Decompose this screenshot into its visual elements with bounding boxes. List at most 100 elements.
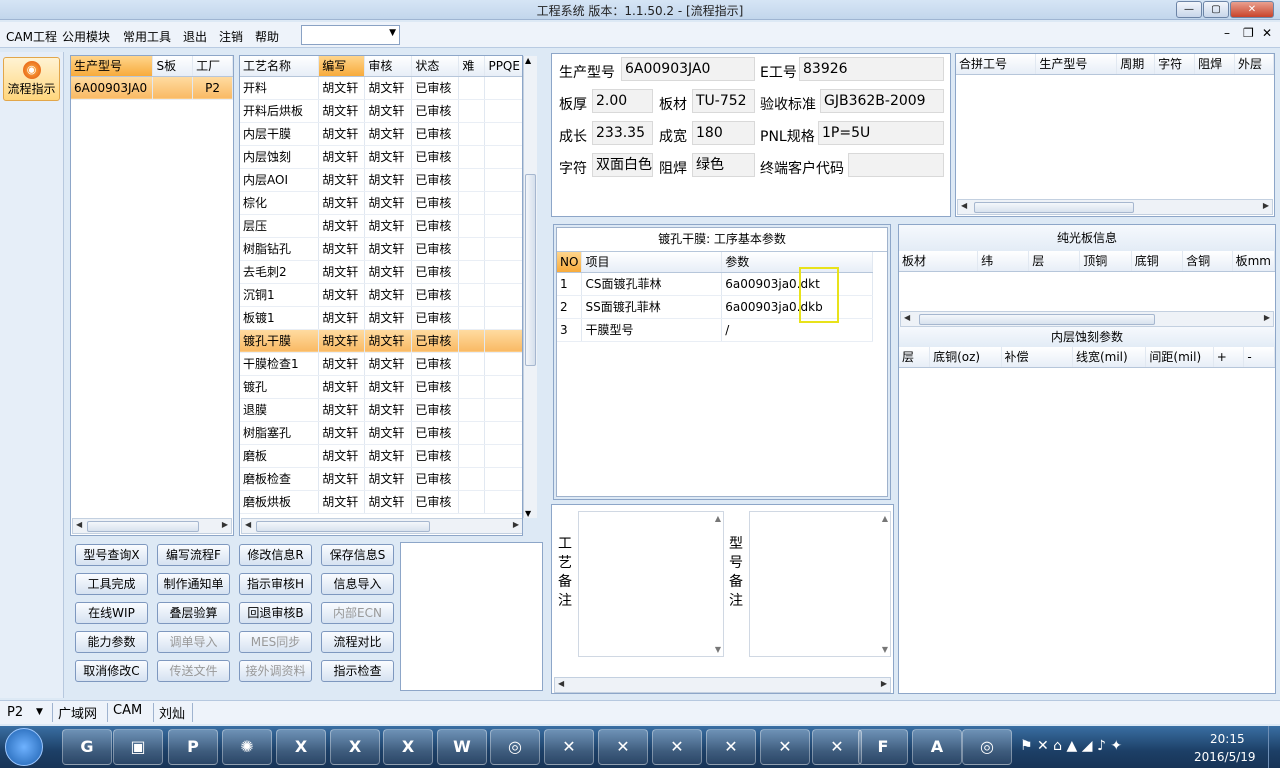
- col-no[interactable]: NO: [557, 252, 583, 273]
- online-wip-button[interactable]: 在线WIP: [75, 602, 148, 624]
- col-process-name[interactable]: 工艺名称: [240, 56, 320, 77]
- solder-field[interactable]: 绿色: [692, 153, 755, 177]
- capability-button[interactable]: 能力参数: [75, 631, 148, 653]
- process-row[interactable]: 棕化 胡文轩 胡文轩 已审核: [240, 191, 522, 215]
- xwindow-icon[interactable]: ✕: [760, 729, 810, 765]
- cancel-modify-button[interactable]: 取消修改C: [75, 660, 148, 682]
- menu-combo[interactable]: ▼: [301, 25, 400, 45]
- edit-flow-button[interactable]: 编写流程F: [157, 544, 230, 566]
- client-field[interactable]: [848, 153, 944, 177]
- col-compensation[interactable]: 补偿: [1001, 347, 1073, 368]
- word-icon[interactable]: W: [437, 729, 487, 765]
- process-row[interactable]: 内层AOI 胡文轩 胡文轩 已审核: [240, 168, 522, 192]
- model-query-button[interactable]: 型号查询X: [75, 544, 148, 566]
- xwindow-icon[interactable]: ✕: [812, 729, 862, 765]
- review-button[interactable]: 指示审核H: [239, 573, 312, 595]
- process-row[interactable]: 开料 胡文轩 胡文轩 已审核: [240, 76, 522, 100]
- menu-tools[interactable]: 常用工具: [123, 28, 171, 45]
- process-row[interactable]: 层压 胡文轩 胡文轩 已审核: [240, 214, 522, 238]
- process-row[interactable]: 树脂塞孔 胡文轩 胡文轩 已审核: [240, 421, 522, 445]
- show-desktop-button[interactable]: [1268, 726, 1280, 768]
- process-notes-field[interactable]: ▲ ▼: [578, 511, 724, 657]
- process-row[interactable]: 沉铜1 胡文轩 胡文轩 已审核: [240, 283, 522, 307]
- model-notes-field[interactable]: ▲ ▼: [749, 511, 891, 657]
- col-mm[interactable]: 板mm: [1232, 251, 1276, 272]
- col-writer[interactable]: 编写: [318, 56, 366, 77]
- e-no-field[interactable]: 83926: [799, 57, 944, 81]
- xwindow-icon[interactable]: ✕: [706, 729, 756, 765]
- length-field[interactable]: 233.35: [592, 121, 653, 145]
- col-reviewer[interactable]: 审核: [364, 56, 413, 77]
- import-info-button[interactable]: 信息导入: [321, 573, 394, 595]
- col-line-width[interactable]: 线宽(mil): [1072, 347, 1147, 368]
- mdi-close-icon[interactable]: ✕: [1262, 26, 1272, 40]
- col-layer[interactable]: 层: [899, 347, 931, 368]
- col-cu[interactable]: 含铜: [1182, 251, 1233, 272]
- excel-icon[interactable]: X: [383, 729, 433, 765]
- col-merge-no[interactable]: 合拼工号: [956, 54, 1037, 75]
- flow-compare-button[interactable]: 流程对比: [321, 631, 394, 653]
- menu-cam[interactable]: CAM工程: [6, 28, 57, 45]
- app-f-icon[interactable]: F: [858, 729, 908, 765]
- import-order-button[interactable]: 调单导入: [157, 631, 230, 653]
- mdi-restore-icon[interactable]: ❐: [1243, 26, 1254, 40]
- stack-check-button[interactable]: 叠层验算: [157, 602, 230, 624]
- width-field[interactable]: 180: [692, 121, 755, 145]
- factory-selector[interactable]: P2: [7, 705, 23, 720]
- external-data-button[interactable]: 接外调资料: [239, 660, 312, 682]
- mes-sync-button[interactable]: MES同步: [239, 631, 312, 653]
- board-info-hscroll[interactable]: ◀ ▶: [900, 311, 1274, 327]
- col-solder[interactable]: 阻焊: [1194, 54, 1236, 75]
- col-difficulty[interactable]: 难: [458, 56, 486, 77]
- col-prod-no[interactable]: 生产型号: [1035, 54, 1118, 75]
- process-row[interactable]: 干膜检查1 胡文轩 胡文轩 已审核: [240, 352, 522, 376]
- internal-ecn-button[interactable]: 内部ECN: [321, 602, 394, 624]
- pnl-field[interactable]: 1P=5U: [818, 121, 944, 145]
- col-layer[interactable]: 层: [1028, 251, 1081, 272]
- col-weft[interactable]: 纬: [977, 251, 1030, 272]
- menu-help[interactable]: 帮助: [255, 28, 279, 45]
- col-s-board[interactable]: S板: [152, 56, 194, 77]
- revert-review-button[interactable]: 回退审核B: [239, 602, 312, 624]
- clock-time[interactable]: 20:15: [1210, 732, 1245, 746]
- process-row[interactable]: 镀孔干膜 胡文轩 胡文轩 已审核: [240, 329, 522, 353]
- transfer-file-button[interactable]: 传送文件: [157, 660, 230, 682]
- flow-indication-button[interactable]: ◉ 流程指示: [3, 57, 60, 101]
- process-row[interactable]: 内层干膜 胡文轩 胡文轩 已审核: [240, 122, 522, 146]
- close-button[interactable]: ✕: [1230, 1, 1274, 18]
- col-bottom-cu[interactable]: 底铜: [1131, 251, 1184, 272]
- process-table-hscroll[interactable]: ◀ ▶: [241, 518, 522, 534]
- col-ppqe[interactable]: PPQE: [484, 56, 522, 77]
- material-field[interactable]: TU-752: [692, 89, 755, 113]
- app-icon[interactable]: ◎: [962, 729, 1012, 765]
- col-outer[interactable]: 外层: [1234, 54, 1274, 75]
- col-add[interactable]: +: [1213, 347, 1245, 368]
- col-top-cu[interactable]: 顶铜: [1079, 251, 1132, 272]
- col-board[interactable]: 板材: [899, 251, 979, 272]
- process-row[interactable]: 内层蚀刻 胡文轩 胡文轩 已审核: [240, 145, 522, 169]
- menu-common-modules[interactable]: 公用模块: [62, 28, 110, 45]
- xwindow-icon[interactable]: ✕: [598, 729, 648, 765]
- process-row[interactable]: 树脂钻孔 胡文轩 胡文轩 已审核: [240, 237, 522, 261]
- col-spacing[interactable]: 间距(mil): [1145, 347, 1214, 368]
- process-row[interactable]: 镀孔 胡文轩 胡文轩 已审核: [240, 375, 522, 399]
- excel-icon[interactable]: X: [330, 729, 380, 765]
- document-icon[interactable]: A: [912, 729, 962, 765]
- process-table-vscroll[interactable]: ▲ ▼: [523, 56, 537, 518]
- col-param[interactable]: 参数: [721, 252, 873, 273]
- app-icon[interactable]: G: [62, 729, 112, 765]
- process-row[interactable]: 磨板检查 胡文轩 胡文轩 已审核: [240, 467, 522, 491]
- menu-logout[interactable]: 注销: [219, 28, 243, 45]
- process-row[interactable]: 磨板 胡文轩 胡文轩 已审核: [240, 444, 522, 468]
- minimize-button[interactable]: —: [1176, 1, 1202, 18]
- check-indication-button[interactable]: 指示检查: [321, 660, 394, 682]
- shell-app-icon[interactable]: ✺: [222, 729, 272, 765]
- notice-button[interactable]: 制作通知单: [157, 573, 230, 595]
- thickness-field[interactable]: 2.00: [592, 89, 653, 113]
- chevron-down-icon[interactable]: ▼: [36, 707, 43, 717]
- app-p-icon[interactable]: P: [168, 729, 218, 765]
- save-app-icon[interactable]: ▣: [113, 729, 163, 765]
- col-factory[interactable]: 工厂: [192, 56, 233, 77]
- col-cycle[interactable]: 周期: [1116, 54, 1156, 75]
- save-info-button[interactable]: 保存信息S: [321, 544, 394, 566]
